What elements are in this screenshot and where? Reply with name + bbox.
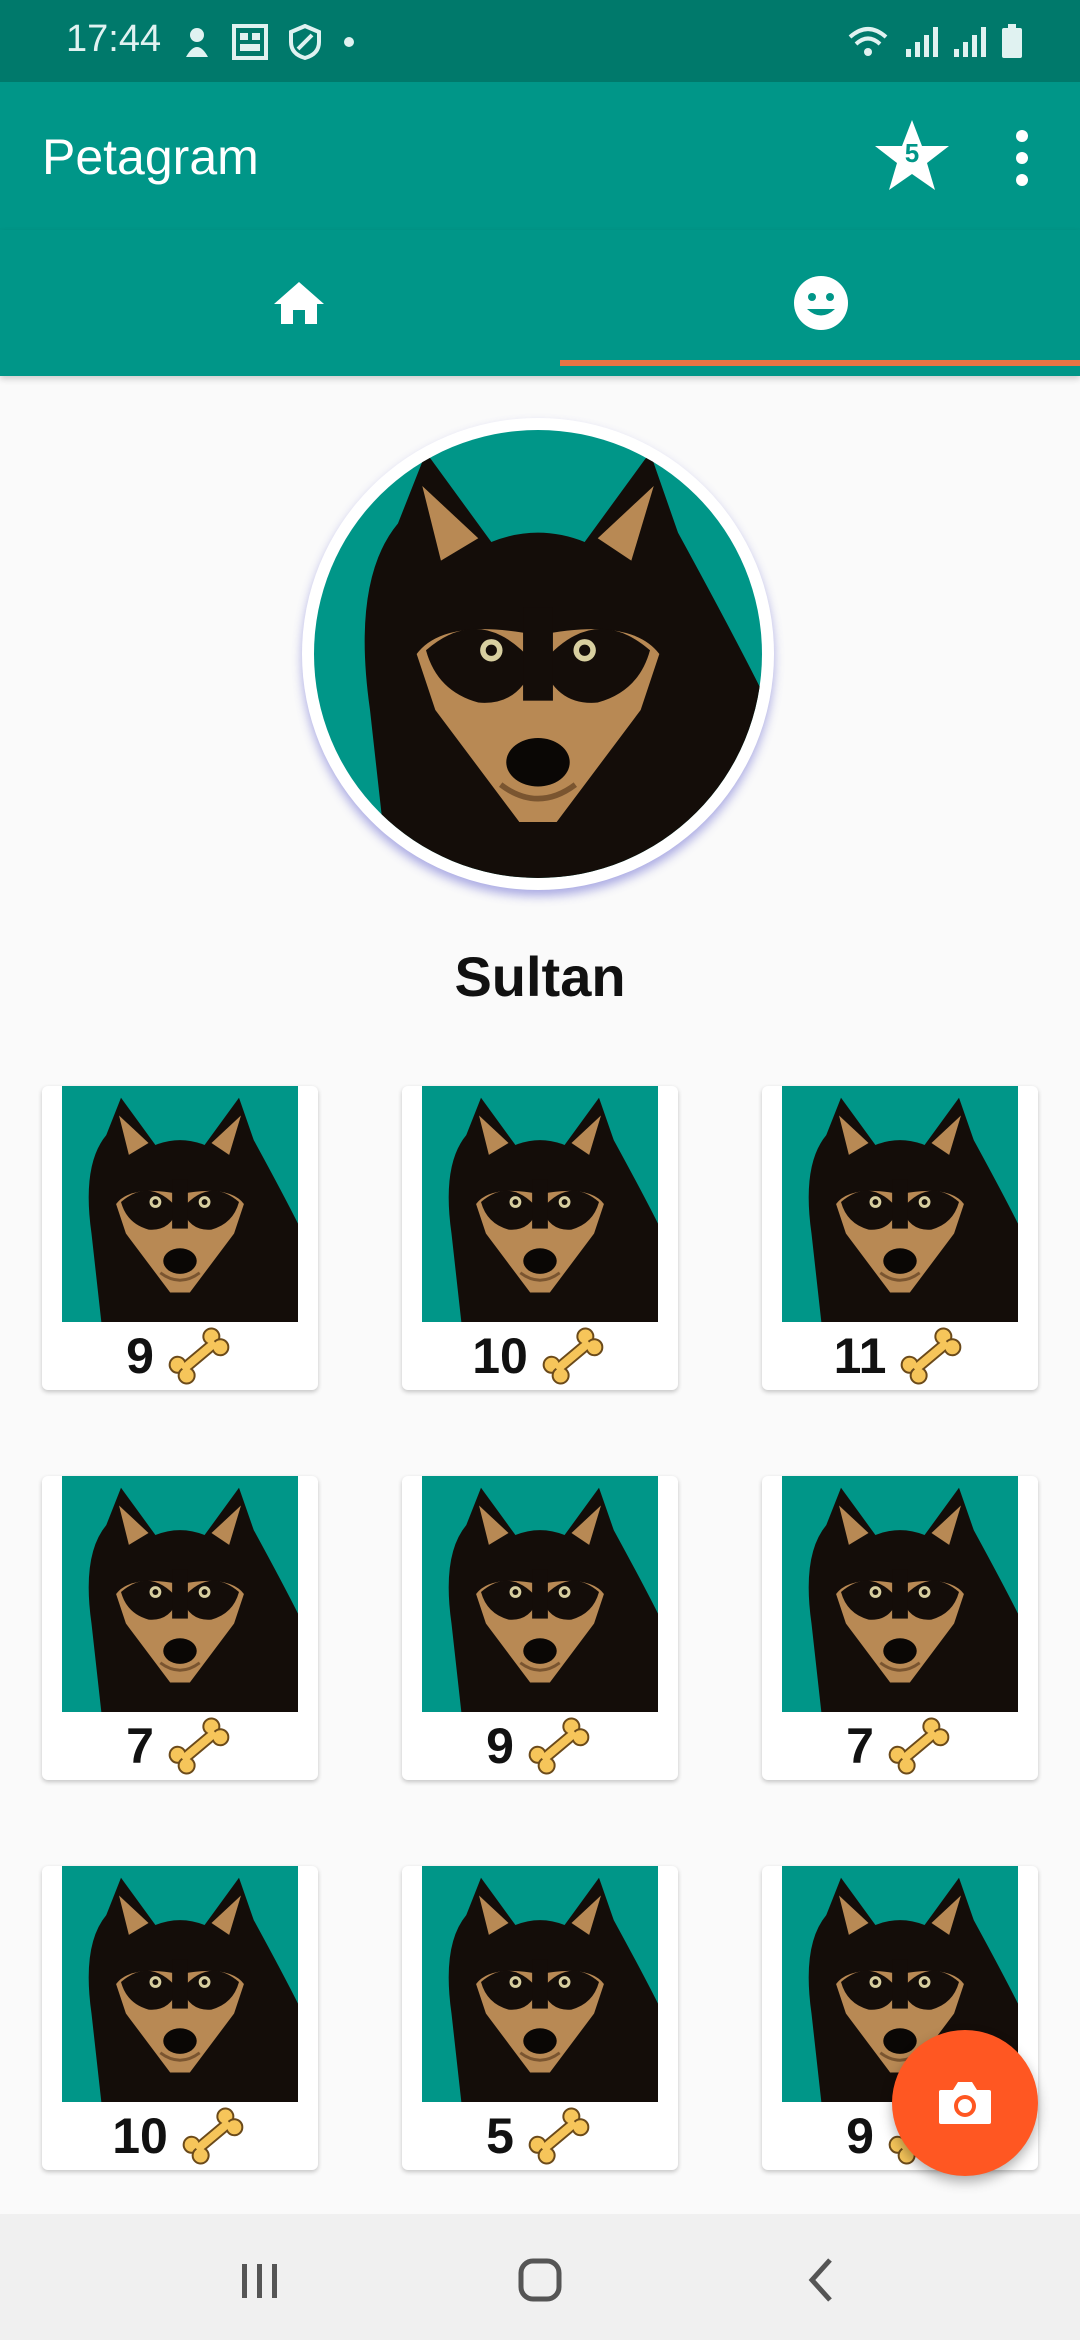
likes-count: 7 [846,1718,874,1774]
bone-icon [884,1716,954,1776]
dog-image [422,1866,658,2102]
status-time: 17:44 [66,18,162,60]
dog-photo [782,1086,1018,1322]
dot-icon [344,37,354,47]
photo-card[interactable]: 11 [762,1086,1038,1390]
bone-icon [164,1326,234,1386]
photo-card[interactable]: 9 [402,1476,678,1780]
dog-image [62,1086,298,1322]
likes-row: 9 [42,1322,318,1390]
signal-icon [906,27,938,57]
dog-image [782,1086,1018,1322]
likes-row: 7 [42,1712,318,1780]
dog-photo [422,1866,658,2102]
likes-row: 11 [762,1322,1038,1390]
likes-count: 10 [472,1328,528,1384]
dog-image [62,1866,298,2102]
home-nav-icon [518,2258,562,2302]
recent-apps-button[interactable] [220,2252,300,2308]
vpn-icon [289,24,321,60]
navigation-bar [0,2214,1080,2340]
dog-photo [62,1086,298,1322]
likes-count: 9 [126,1328,154,1384]
likes-count: 10 [112,2108,168,2164]
dog-image [422,1476,658,1712]
status-icons-right [846,20,1024,64]
tab-indicator [560,360,1080,366]
tab-bar [0,230,1080,376]
dog-photo [62,1476,298,1712]
app-bar: Petagram 5 [0,82,1080,230]
photo-card[interactable]: 9 [42,1086,318,1390]
dog-image [782,1476,1018,1712]
bone-icon [164,1716,234,1776]
likes-row: 5 [402,2102,678,2170]
dog-photo [62,1866,298,2102]
likes-count: 5 [486,2108,514,2164]
dog-photo [422,1086,658,1322]
home-nav-button[interactable] [500,2252,580,2308]
dog-avatar-image [314,430,762,878]
likes-count: 9 [846,2108,874,2164]
photo-card[interactable]: 10 [402,1086,678,1390]
status-icons-left [182,20,356,64]
likes-count: 11 [833,1328,887,1384]
signal-icon [954,27,986,57]
photo-card[interactable]: 5 [402,1866,678,2170]
bone-icon [178,2106,248,2166]
more-vert-icon-dot [1016,174,1028,186]
dog-photo [782,1476,1018,1712]
calendar-icon [232,24,268,60]
back-icon [808,2258,832,2302]
tab-home[interactable] [22,230,562,376]
profile-avatar [302,418,774,890]
dog-photo [422,1476,658,1712]
recent-apps-icon [242,2264,277,2298]
photo-card[interactable]: 7 [42,1476,318,1780]
battery-icon [1002,24,1022,58]
face-icon [794,276,848,330]
more-vert-icon [1016,130,1028,142]
dog-image [422,1086,658,1322]
likes-count: 7 [126,1718,154,1774]
back-button[interactable] [782,2252,862,2308]
wifi-icon [848,27,888,56]
likes-count: 9 [486,1718,514,1774]
status-bar: 17:44 [0,0,1080,82]
more-options-button[interactable] [1000,122,1044,194]
bone-icon [524,2106,594,2166]
bone-icon [538,1326,608,1386]
dog-image [62,1476,298,1712]
notification-icon [186,28,208,57]
camera-fab[interactable] [892,2030,1038,2176]
photo-card[interactable]: 7 [762,1476,1038,1780]
bone-icon [896,1326,966,1386]
home-icon [274,282,324,324]
likes-row: 10 [42,2102,318,2170]
tab-profile[interactable] [560,230,1080,376]
likes-row: 7 [762,1712,1038,1780]
bone-icon [524,1716,594,1776]
profile-name: Sultan [454,945,626,1008]
favorites-button[interactable]: 5 [874,118,950,194]
likes-row: 10 [402,1322,678,1390]
app-title: Petagram [42,129,259,185]
favorites-count: 5 [904,138,920,168]
camera-icon [939,2082,991,2124]
more-vert-icon-dot [1016,152,1028,164]
likes-row: 9 [402,1712,678,1780]
photo-card[interactable]: 10 [42,1866,318,2170]
